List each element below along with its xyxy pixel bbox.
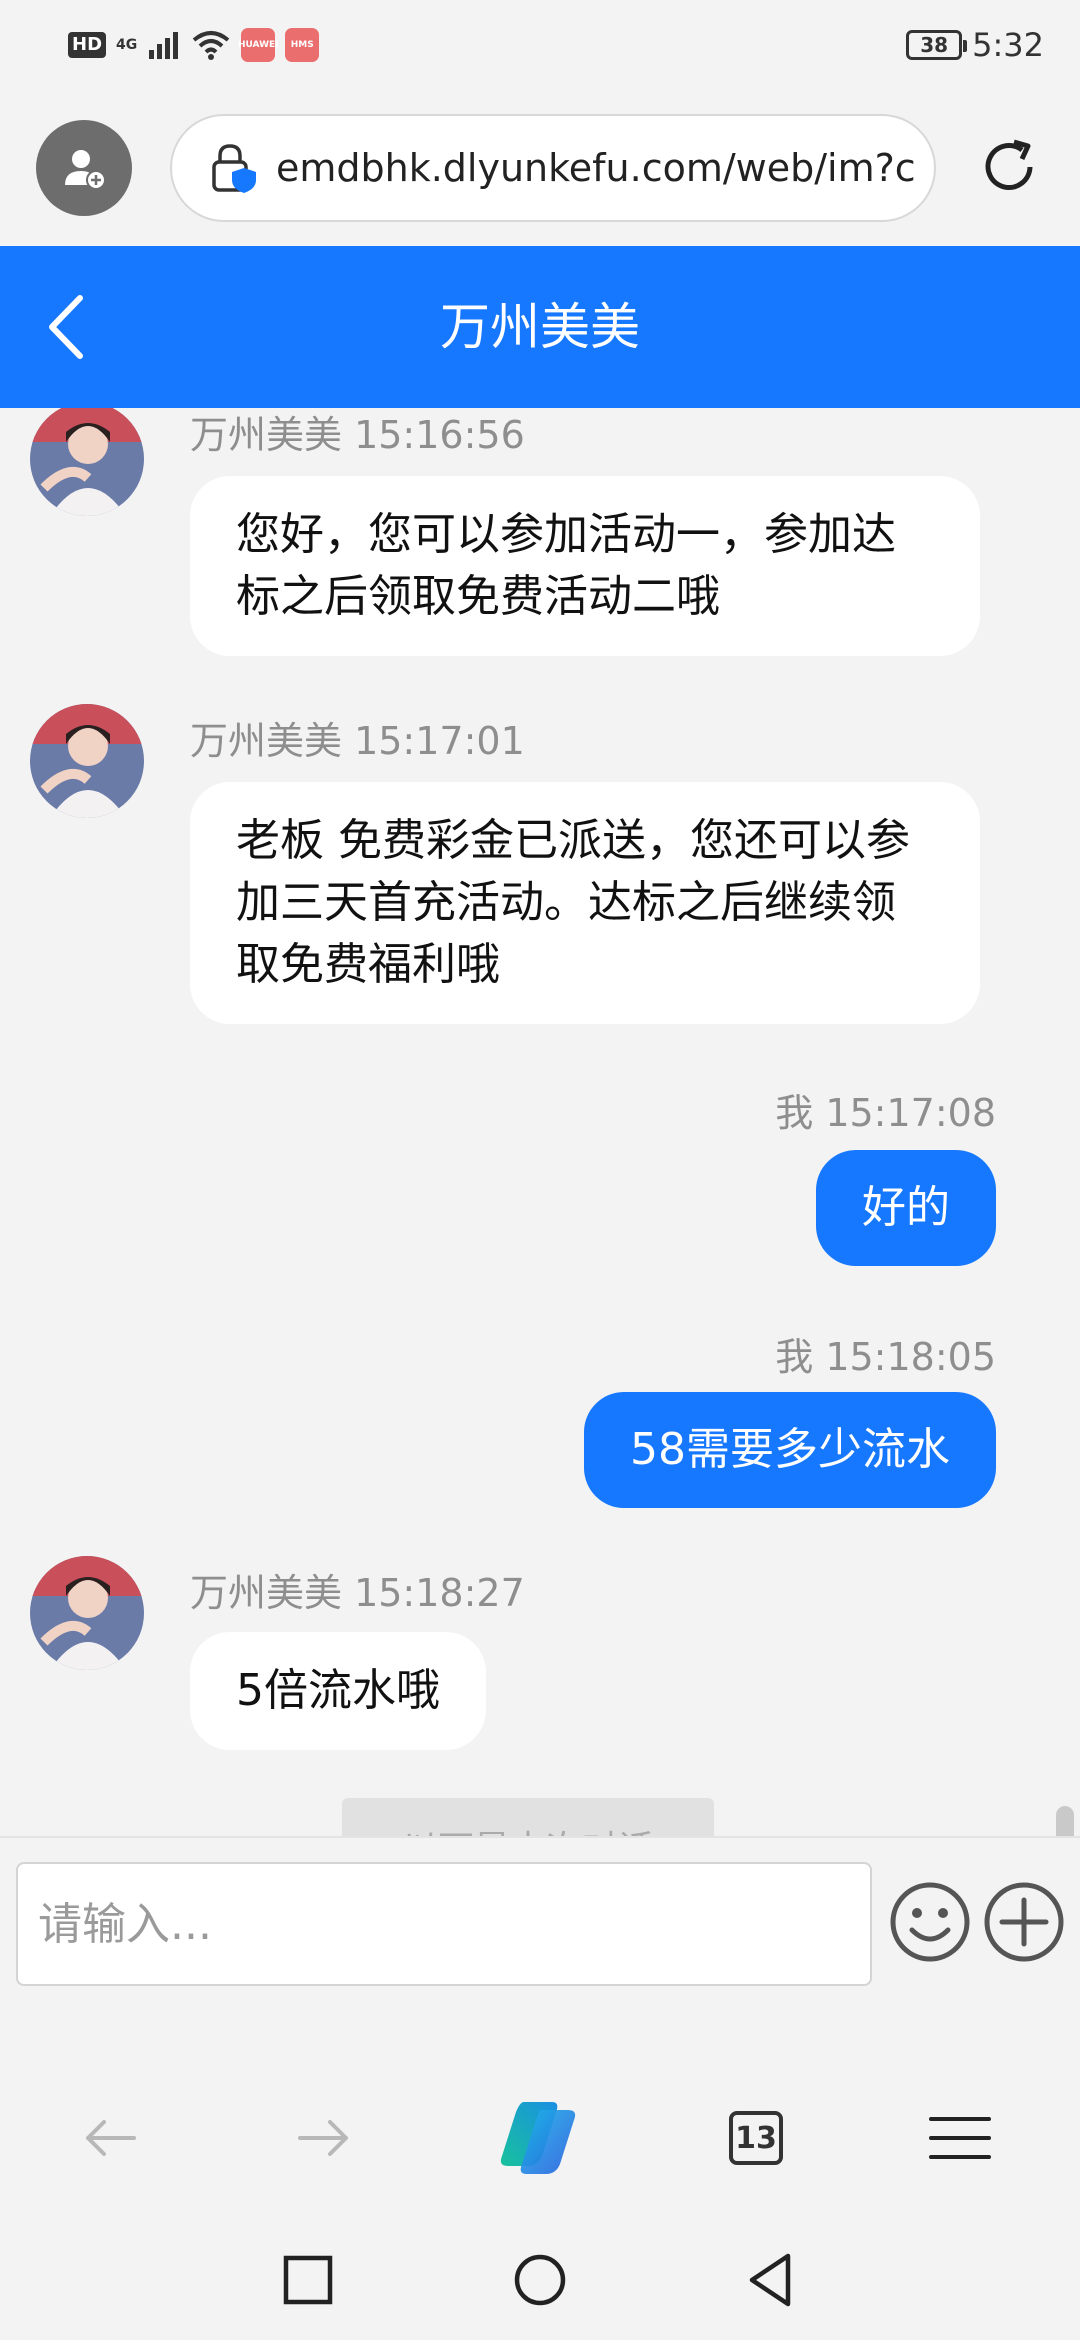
message-meta: 我 15:17:08 bbox=[775, 1091, 996, 1135]
browser-address-bar: emdbhk.dlyunkefu.com/web/im?c bbox=[0, 92, 1080, 246]
url-field[interactable]: emdbhk.dlyunkefu.com/web/im?c bbox=[170, 114, 936, 222]
reload-icon[interactable] bbox=[978, 136, 1040, 198]
menu-icon bbox=[929, 2117, 991, 2159]
plus-icon[interactable] bbox=[982, 1880, 1066, 1964]
chat-title: 万州美美 bbox=[440, 298, 640, 356]
message-input[interactable] bbox=[16, 1862, 872, 1986]
arrow-left-icon bbox=[86, 2120, 136, 2156]
composer bbox=[0, 1836, 1080, 2062]
incoming-message-bubble[interactable]: 老板 免费彩金已派送，您还可以参加三天首充活动。达标之后继续领取免费福利哦 bbox=[190, 782, 980, 1024]
network-type: 4G bbox=[116, 37, 138, 53]
circle-icon[interactable] bbox=[510, 2250, 570, 2310]
battery-icon: 38 bbox=[906, 30, 968, 60]
session-divider: 以下是本次对话 bbox=[342, 1798, 714, 1836]
system-navigation-bar bbox=[0, 2216, 1080, 2340]
incoming-message-bubble[interactable]: 5倍流水哦 bbox=[190, 1632, 486, 1750]
url-text: emdbhk.dlyunkefu.com/web/im?c bbox=[276, 146, 916, 190]
browser-forward-button[interactable] bbox=[278, 2092, 370, 2184]
browser-back-button[interactable] bbox=[64, 2092, 156, 2184]
outgoing-message-bubble[interactable]: 好的 bbox=[816, 1150, 996, 1266]
copilot-icon bbox=[500, 2102, 576, 2174]
site-security-icon bbox=[212, 144, 256, 193]
incoming-message-bubble[interactable]: 您好，您可以参加活动一，参加达标之后领取免费活动二哦 bbox=[190, 476, 980, 656]
agent-avatar[interactable] bbox=[30, 1556, 144, 1670]
profile-add-button[interactable] bbox=[36, 120, 132, 216]
chat-header: 万州美美 bbox=[0, 246, 1080, 408]
message-meta: 万州美美 15:17:01 bbox=[190, 719, 525, 763]
profile-add-icon bbox=[65, 150, 106, 190]
status-icons-left: HD 4G HUAWEI HMS bbox=[68, 28, 320, 62]
scrollbar[interactable] bbox=[1056, 1806, 1074, 1836]
message-meta: 万州美美 15:18:27 bbox=[190, 1571, 525, 1615]
signal-icon bbox=[149, 32, 179, 59]
clock: 5:32 bbox=[972, 26, 1044, 64]
arrow-right-icon bbox=[298, 2120, 348, 2156]
triangle-back-icon[interactable] bbox=[740, 2250, 800, 2310]
tabs-icon: 13 bbox=[729, 2111, 783, 2165]
emoji-icon[interactable] bbox=[888, 1880, 972, 1964]
copilot-button[interactable] bbox=[494, 2092, 586, 2184]
browser-toolbar: 13 bbox=[0, 2062, 1080, 2216]
tabs-button[interactable]: 13 bbox=[710, 2092, 802, 2184]
status-icons-right: 38 5:32 bbox=[906, 26, 1044, 64]
status-bar: HD 4G HUAWEI HMS 38 5:32 bbox=[0, 0, 1080, 92]
hd-icon: HD bbox=[68, 32, 107, 58]
huawei-app-icon: HUAWEI bbox=[238, 28, 279, 62]
outgoing-message-bubble[interactable]: 58需要多少流水 bbox=[584, 1392, 996, 1508]
message-list[interactable]: 万州美美 15:16:56 您好，您可以参加活动一，参加达标之后领取免费活动二哦… bbox=[0, 408, 1080, 1836]
message-meta: 万州美美 15:16:56 bbox=[190, 413, 525, 457]
menu-button[interactable] bbox=[914, 2092, 1006, 2184]
agent-avatar[interactable] bbox=[30, 704, 144, 818]
message-meta: 我 15:18:05 bbox=[775, 1335, 996, 1379]
square-icon[interactable] bbox=[278, 2250, 338, 2310]
hms-app-icon: HMS bbox=[285, 28, 320, 62]
agent-avatar[interactable] bbox=[30, 408, 144, 516]
wifi-icon bbox=[192, 31, 230, 60]
